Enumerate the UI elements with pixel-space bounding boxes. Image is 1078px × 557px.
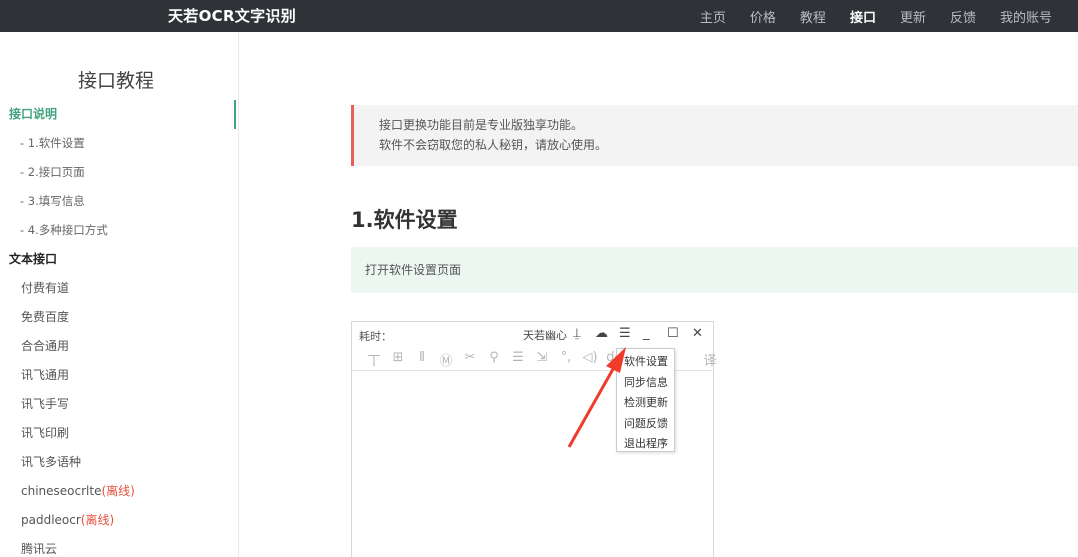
sidebar-item-label: chineseocrlte — [21, 484, 102, 498]
sidebar-item-label: 讯飞手写 — [21, 397, 70, 411]
sidebar-list: 接口说明 - 1.软件设置 - 2.接口页面 - 3.填写信息 - 4.多种接口方式文本… — [0, 100, 236, 557]
nav-link[interactable]: 接口 — [850, 7, 876, 26]
sidebar-item[interactable]: 付费有道 — [0, 274, 236, 303]
sidebar-item-label: 免费百度 — [21, 310, 70, 324]
sidebar-item[interactable]: paddleocr(离线) — [0, 506, 236, 535]
sidebar-item-label: 接口说明 — [9, 107, 58, 121]
top-navbar: 天若OCR文字识别 主页 价格 教程 接口 更新 反馈 我的账号 — [0, 0, 1078, 32]
red-arrow-icon — [567, 347, 626, 448]
sidebar-item-label: - 3.填写信息 — [20, 194, 85, 208]
nav-link[interactable]: 反馈 — [950, 7, 976, 26]
sidebar-item[interactable]: 讯飞通用 — [0, 361, 236, 390]
sidebar-item-label: 付费有道 — [21, 281, 70, 295]
sidebar-item-label: 腾讯云 — [21, 542, 58, 556]
sidebar-item[interactable]: 免费百度 — [0, 303, 236, 332]
sidebar-item-label: - 4.多种接口方式 — [20, 223, 108, 237]
sidebar-item-label: 讯飞印刷 — [21, 426, 70, 440]
sidebar-item-label: - 1.软件设置 — [20, 136, 85, 150]
nav-link[interactable]: 更新 — [900, 7, 926, 26]
sidebar-item[interactable]: chineseocrlte(离线) — [0, 477, 236, 506]
sidebar-item[interactable]: 讯飞手写 — [0, 390, 236, 419]
sidebar-item[interactable]: 讯飞印刷 — [0, 419, 236, 448]
sidebar-item-label: 合合通用 — [21, 339, 70, 353]
sidebar: 接口教程 接口说明 - 1.软件设置 - 2.接口页面 - 3.填写信息 - 4.多种接… — [0, 32, 239, 557]
nav-link[interactable]: 我的账号 — [1000, 7, 1052, 26]
sidebar-item[interactable]: 腾讯云 — [0, 535, 236, 557]
sidebar-item[interactable]: - 4.多种接口方式 — [0, 216, 236, 245]
sidebar-item-label: - 2.接口页面 — [20, 165, 85, 179]
sidebar-item-label: 文本接口 — [9, 252, 58, 266]
nav-link[interactable]: 主页 — [700, 7, 726, 26]
sidebar-heading[interactable]: 文本接口 — [0, 245, 236, 274]
nav-link[interactable]: 教程 — [800, 7, 826, 26]
offline-badge: (离线) — [80, 513, 115, 527]
main-content: 接口更换功能目前是专业版独享功能。 软件不会窃取您的私人秘钥，请放心使用。 1.… — [240, 32, 1078, 557]
sidebar-item-label: paddleocr — [21, 513, 81, 527]
sidebar-item[interactable]: 合合通用 — [0, 332, 236, 361]
sidebar-title: 接口教程 — [77, 70, 154, 92]
sidebar-item-label: 讯飞通用 — [21, 368, 70, 382]
nav-link[interactable]: 价格 — [750, 7, 776, 26]
sidebar-item[interactable]: - 1.软件设置 — [0, 129, 236, 158]
brand-title[interactable]: 天若OCR文字识别 — [168, 5, 296, 26]
sidebar-item[interactable]: 讯飞多语种 — [0, 448, 236, 477]
sidebar-heading[interactable]: 接口说明 — [0, 100, 236, 129]
sidebar-item[interactable]: - 2.接口页面 — [0, 158, 236, 187]
sidebar-item-label: 讯飞多语种 — [21, 455, 82, 469]
main-nav: 主页 价格 教程 接口 更新 反馈 我的账号 — [676, 0, 1052, 32]
sidebar-item[interactable]: - 3.填写信息 — [0, 187, 236, 216]
offline-badge: (离线) — [101, 484, 135, 498]
